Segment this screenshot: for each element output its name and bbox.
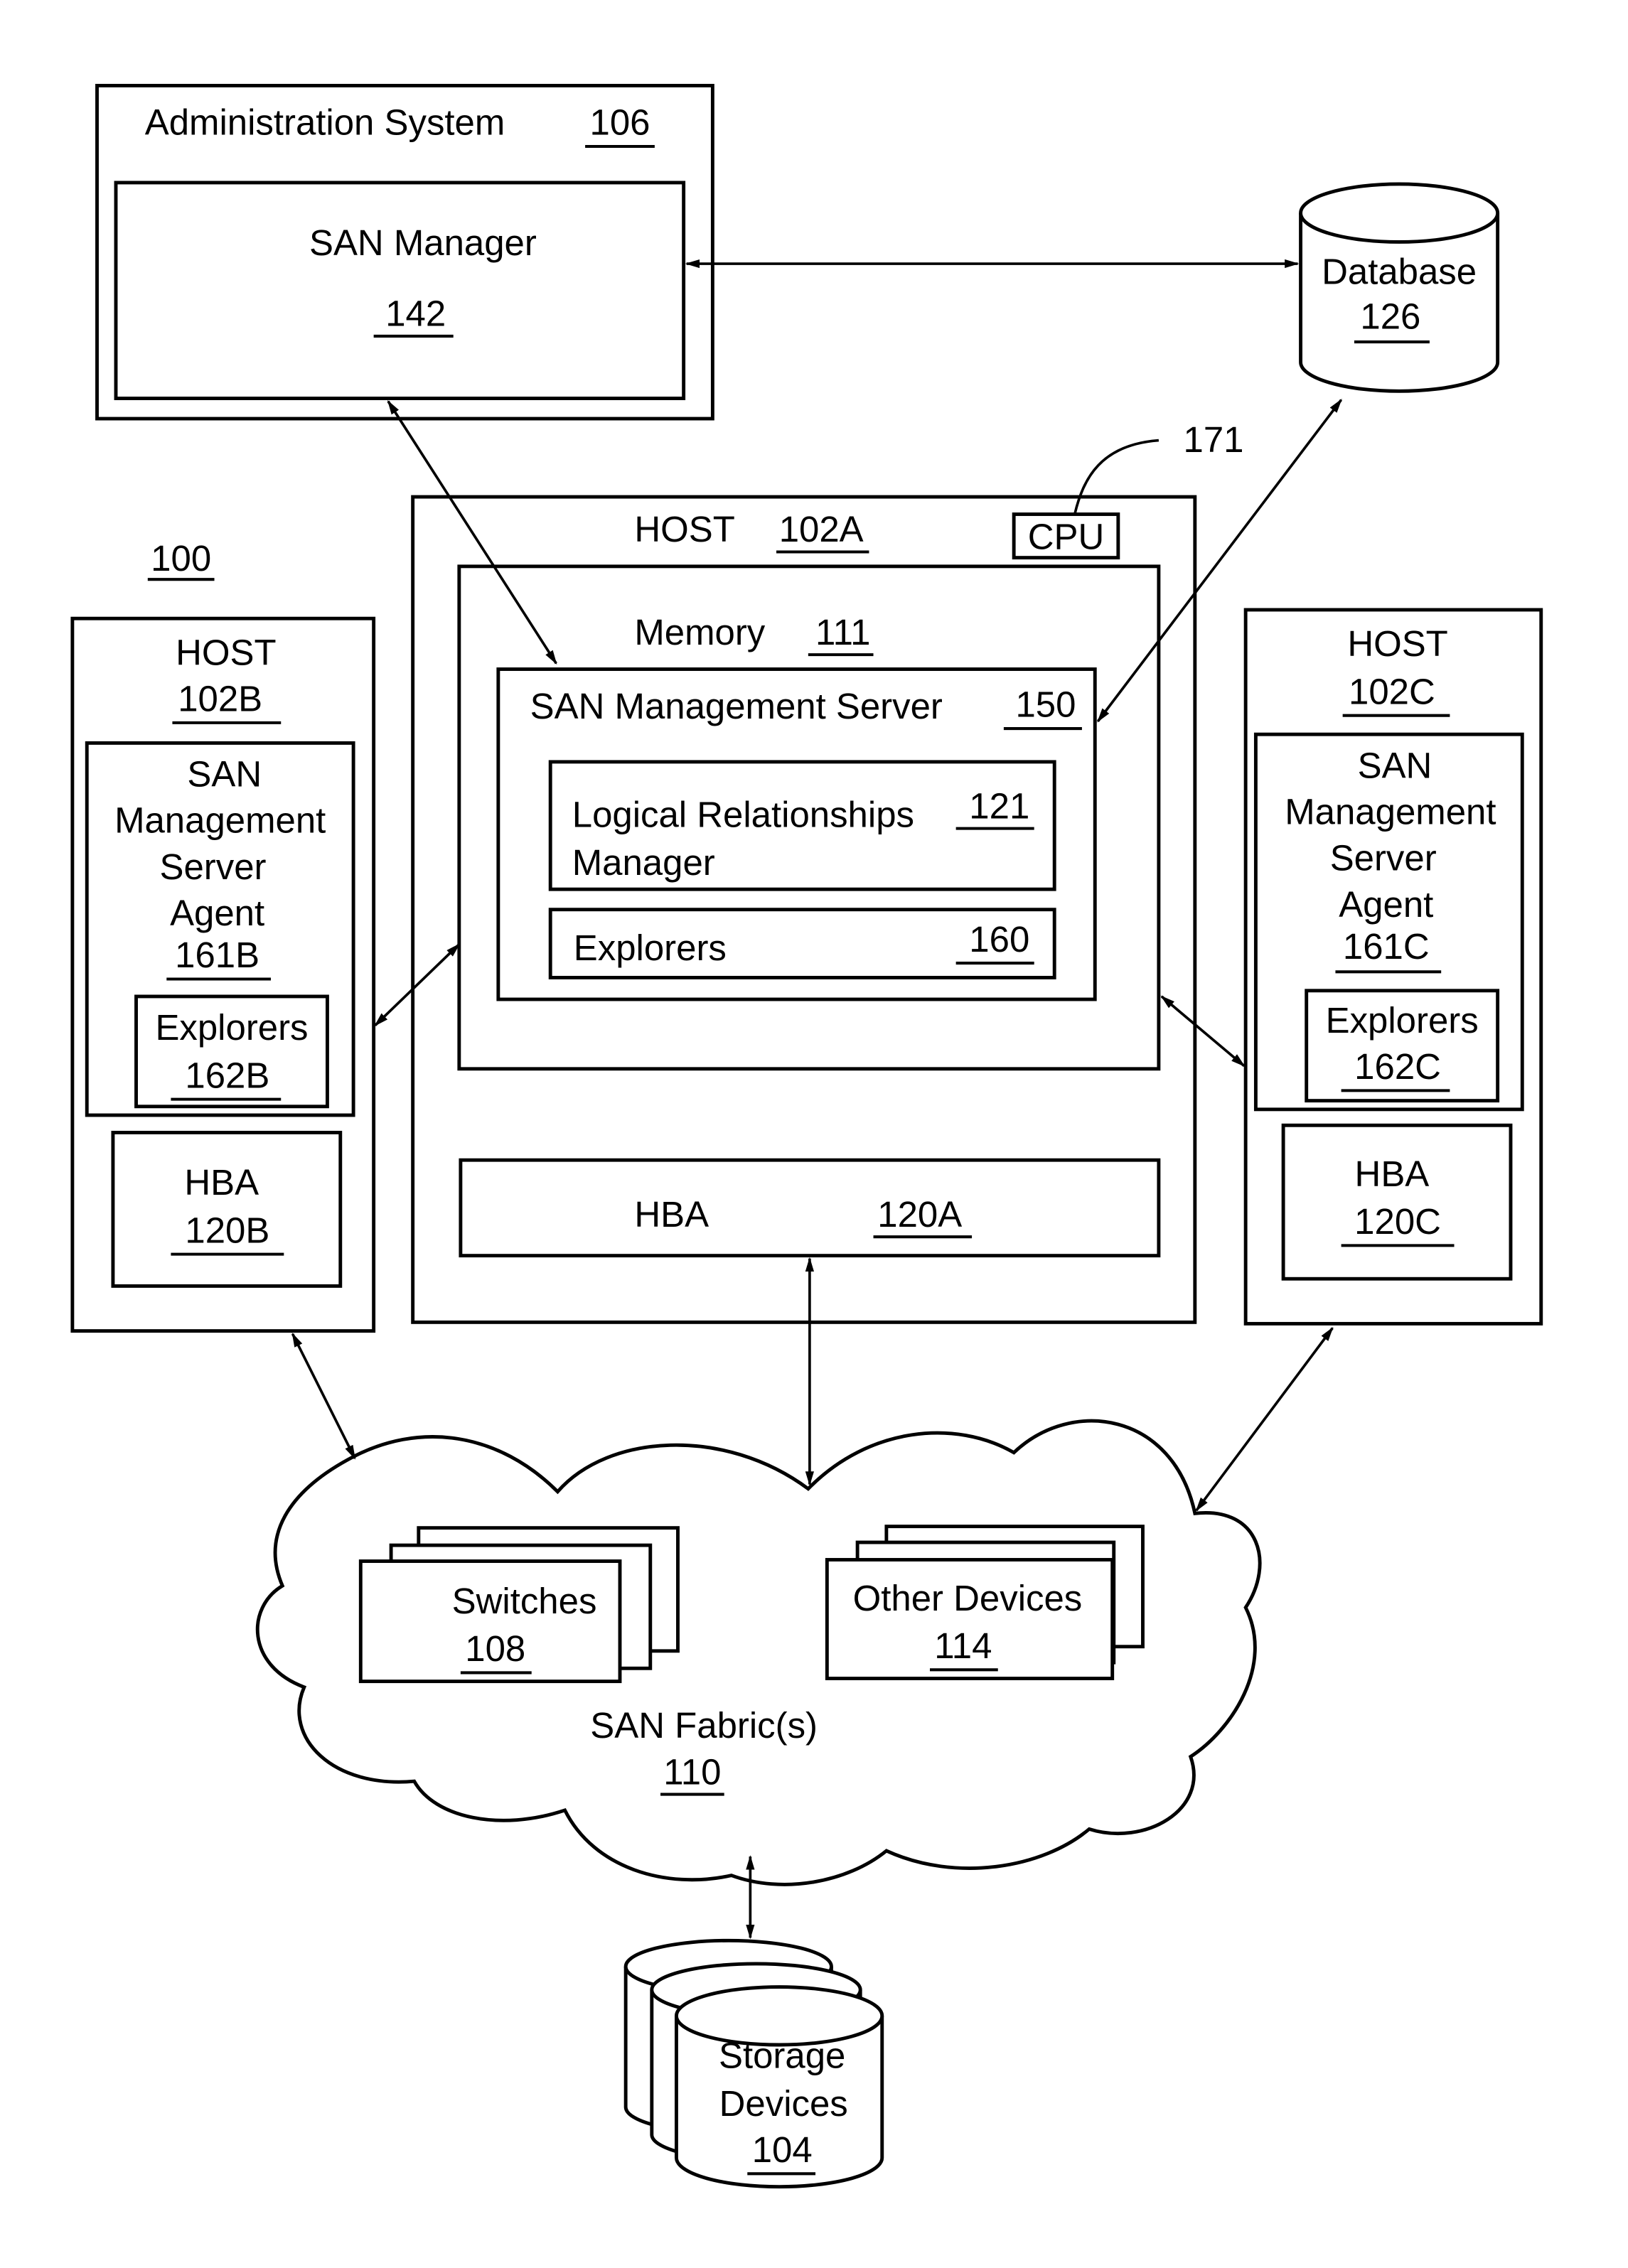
san-management-server-ref: 150 (1015, 684, 1076, 725)
logical-relationships-manager-box[interactable]: Logical Relationships Manager 121 (548, 760, 1056, 891)
hba-120a-ref: 120A (877, 1194, 962, 1235)
explorers-162b-box[interactable]: Explorers 162B (134, 994, 329, 1109)
agent-161c-ref: 161C (1343, 926, 1430, 967)
hba-120c-label: HBA (1355, 1154, 1430, 1194)
san-manager-label: SAN Manager (309, 222, 537, 263)
arrow-host-102b-fabric (291, 1332, 356, 1460)
host-102b-ref: 102B (178, 679, 262, 719)
hba-120b-label: HBA (184, 1162, 259, 1203)
hba-120a-box[interactable]: HBA 120A (459, 1158, 1161, 1258)
database-cylinder[interactable]: Database 126 (1299, 182, 1500, 393)
hba-120b-ref: 120B (185, 1210, 269, 1250)
other-devices-stack[interactable]: Other Devices 114 (825, 1525, 1145, 1680)
san-management-server-label: SAN Management Server (530, 686, 943, 726)
explorers-162b-ref: 162B (185, 1055, 269, 1095)
agent-161b-line4: Agent (170, 893, 264, 933)
san-manager-ref: 142 (385, 294, 446, 334)
agent-161b-line1: SAN (187, 754, 262, 795)
host-102b-label: HOST (176, 632, 276, 672)
agent-161c-line3: Server (1330, 838, 1437, 878)
explorers-162c-box[interactable]: Explorers 162C (1305, 989, 1500, 1103)
explorers-162c-label: Explorers (1326, 1000, 1479, 1041)
hba-120a-label: HBA (634, 1194, 709, 1235)
san-fabric-ref: 110 (663, 1751, 721, 1792)
storage-devices-cylinders[interactable]: Storage Devices 104 (623, 1938, 884, 2189)
host-102c-ref: 102C (1349, 671, 1435, 711)
hba-120c-ref: 120C (1354, 1201, 1441, 1242)
host-102a-label: HOST (634, 509, 734, 549)
cpu-box[interactable]: CPU (1012, 512, 1120, 560)
san-fabric-label: SAN Fabric(s) (590, 1705, 818, 1746)
database-label: Database (1322, 252, 1477, 292)
switches-stack[interactable]: Switches 108 (358, 1526, 680, 1684)
arrow-host-102c-fabric (1195, 1326, 1334, 1512)
host-102c-label: HOST (1347, 623, 1447, 664)
explorers-160-label: Explorers (574, 928, 727, 968)
agent-161b-ref: 161B (175, 935, 259, 975)
cpu-label: CPU (1028, 516, 1105, 557)
switches-label: Switches (452, 1581, 597, 1621)
database-ref: 126 (1360, 296, 1420, 337)
agent-161b-line2: Management (114, 800, 326, 841)
lrm-label-line2: Manager (572, 842, 715, 883)
agent-161c-line1: SAN (1358, 745, 1432, 785)
administration-system-ref: 106 (590, 102, 650, 143)
other-devices-ref: 114 (934, 1625, 992, 1666)
other-devices-label: Other Devices (853, 1578, 1083, 1618)
memory-ref: 111 (815, 612, 870, 652)
explorers-162c-ref: 162C (1354, 1046, 1441, 1087)
agent-161b-line3: Server (160, 847, 267, 887)
administration-system-label: Administration System (145, 102, 505, 143)
hba-120c-box[interactable]: HBA 120C (1281, 1123, 1513, 1281)
san-manager-box[interactable]: SAN Manager 142 (114, 181, 686, 400)
agent-161c-line4: Agent (1339, 884, 1433, 925)
lrm-label-line1: Logical Relationships (572, 795, 914, 835)
figure-ref: 100 (151, 538, 211, 579)
storage-devices-ref: 104 (752, 2129, 813, 2170)
switches-ref: 108 (465, 1628, 525, 1669)
hba-120b-box[interactable]: HBA 120B (111, 1131, 343, 1288)
storage-devices-label-line1: Storage (719, 2036, 845, 2076)
memory-label: Memory (634, 612, 765, 652)
cpu-ref: 171 (1184, 419, 1244, 460)
explorers-160-ref: 160 (969, 919, 1029, 960)
explorers-162b-label: Explorers (155, 1007, 308, 1048)
explorers-160-box[interactable]: Explorers 160 (548, 908, 1056, 979)
san-architecture-diagram: Administration System 106 SAN Manager 14… (70, 84, 1543, 2189)
agent-161c-line2: Management (1285, 792, 1496, 832)
host-102a-ref: 102A (779, 509, 864, 549)
storage-devices-label-line2: Devices (719, 2083, 848, 2124)
lrm-ref: 121 (969, 785, 1029, 826)
